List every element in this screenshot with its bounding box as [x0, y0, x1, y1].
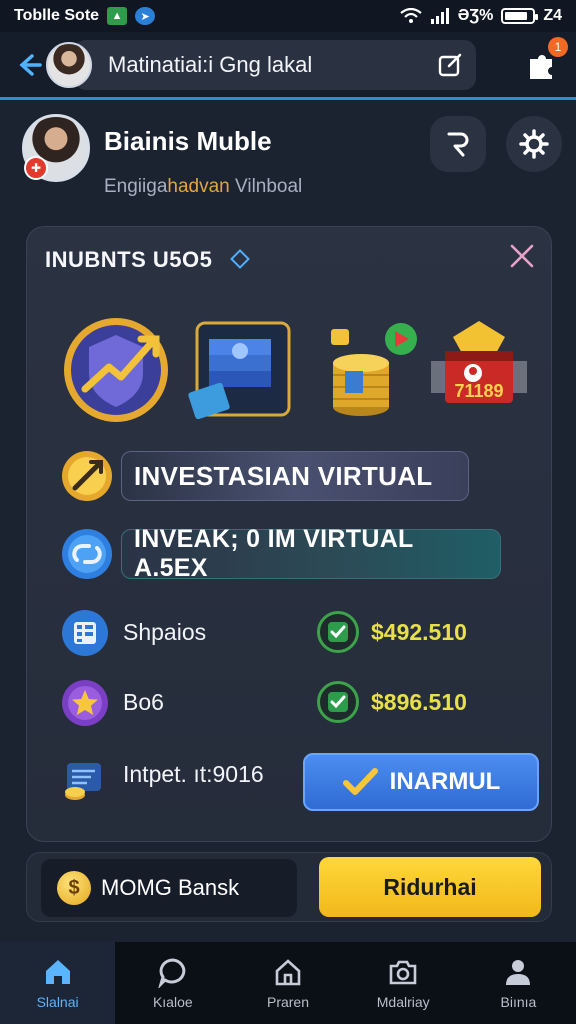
building-icon	[62, 610, 108, 656]
edit-icon[interactable]	[436, 51, 464, 79]
investment-shield-icon[interactable]	[61, 315, 171, 425]
ridurhai-button[interactable]: Ridurhai	[319, 857, 541, 917]
profile-status-badge: ✚	[24, 156, 48, 180]
cursor-icon	[447, 132, 469, 157]
star-badge-icon	[62, 680, 108, 726]
inarmul-button[interactable]: INARMUL	[303, 753, 539, 811]
treasure-chest-icon[interactable]: 71189	[423, 315, 535, 425]
wifi-icon	[400, 8, 422, 23]
profile-header: ✚ Biainis Muble Engiigahadvan Vilnboal	[22, 112, 562, 212]
profile-subtitle-part2: hadvan	[167, 176, 230, 197]
profile-subtitle-part3: Vilnboal	[229, 176, 303, 197]
search-field[interactable]: Matinatiai:i Gng lakal	[74, 39, 476, 90]
bank-selector[interactable]: $ MOMG Bansk	[41, 859, 297, 917]
info-label-2: Bo6	[123, 689, 164, 715]
check-circle-icon	[317, 681, 359, 723]
gear-icon	[519, 129, 549, 159]
settings-button[interactable]	[506, 116, 562, 172]
bottom-action-bar: $ MOMG Bansk Ridurhai	[26, 852, 552, 922]
input-row[interactable]: Intpet. ıt:9016	[61, 755, 301, 805]
pill1-text: INVESTASIAN VIRTUAL	[121, 451, 469, 501]
check-circle-icon	[317, 611, 359, 653]
status-left-text: Toblle Sote	[14, 7, 100, 24]
search-text: Matinatiai:i Gng lakal	[108, 51, 313, 77]
bottom-navigation: Slalnai Kıaloe Praren Mdalriay Biınıa	[0, 942, 576, 1024]
signal-icon	[430, 8, 449, 24]
nav-item-profile[interactable]: Biınıa	[461, 942, 576, 1024]
nav-item-home-outline[interactable]: Praren	[230, 942, 345, 1024]
nav-label-4: Mdalriay	[376, 994, 430, 1010]
home-icon	[45, 960, 70, 984]
person-icon	[506, 960, 531, 985]
camera-icon	[389, 960, 417, 985]
home-outline-icon	[275, 959, 301, 986]
info-label-1: Shpaios	[123, 619, 207, 645]
chat-bubble-icon	[158, 958, 186, 988]
battery-percent: ƏƷ%	[457, 7, 494, 24]
info-value-2: $896.510	[371, 689, 467, 715]
diamond-icon	[230, 249, 250, 269]
telegram-icon: ➤	[135, 7, 156, 25]
feature-icons: 71189	[61, 315, 531, 425]
wallet-coins-icon	[65, 763, 101, 800]
top-app-bar: Matinatiai:i Gng lakal 1	[0, 32, 576, 100]
clock: Z4	[543, 7, 562, 24]
status-bar: Toblle Sote ▲ ➤ ƏƷ% Z4	[0, 0, 576, 32]
nav-label-2: Kıaloe	[152, 994, 193, 1010]
pointer-button[interactable]	[430, 116, 486, 172]
chest-label: 71189	[454, 381, 503, 401]
input-label: Intpet. ıt:9016	[123, 761, 264, 787]
nav-label-3: Praren	[266, 994, 310, 1010]
rocket-coin-icon	[62, 451, 112, 501]
bank-label: MOMG Bansk	[101, 875, 240, 900]
card-title: INUBNTS U5O5	[45, 247, 213, 272]
back-arrow-icon[interactable]	[14, 45, 44, 85]
checkmark-icon	[342, 768, 378, 795]
info-row-shpaios: Shpaios $492.510	[61, 607, 541, 657]
cash-stack-icon[interactable]	[187, 315, 297, 425]
nav-item-chat[interactable]: Kıaloe	[115, 942, 230, 1024]
investak-virtual-pill[interactable]: INVEAK; 0 IM VIRTUAL A.5EX	[61, 525, 501, 582]
nav-label-1: Slalnai	[36, 994, 79, 1010]
nav-item-home[interactable]: Slalnai	[0, 942, 116, 1024]
ridurhai-button-label: Ridurhai	[383, 873, 477, 900]
extensions-button[interactable]: 1	[522, 36, 568, 85]
profile-subtitle: Engiigahadvan Vilnboal	[104, 176, 302, 198]
pill2-text: INVEAK; 0 IM VIRTUAL A.5EX	[121, 525, 501, 582]
profile-name: Biainis Muble	[104, 126, 272, 156]
nav-item-camera[interactable]: Mdalriay	[346, 942, 461, 1024]
investment-card: INUBNTS U5O5 71189 INVESTASIAN VIRTUAL I…	[26, 226, 552, 842]
avatar[interactable]	[46, 41, 92, 88]
message-app-icon: ▲	[107, 7, 128, 25]
close-icon[interactable]	[509, 243, 535, 269]
coin-stack-icon[interactable]	[311, 315, 421, 425]
dollar-coin-icon: $	[57, 871, 91, 905]
investasian-virtual-pill[interactable]: INVESTASIAN VIRTUAL	[61, 449, 469, 503]
profile-subtitle-part1: Engiiga	[104, 176, 168, 197]
info-row-bo6: Bo6 $896.510	[61, 677, 541, 727]
notification-badge: 1	[548, 36, 568, 57]
info-value-1: $492.510	[371, 619, 467, 645]
nav-label-5: Biınıa	[500, 994, 537, 1010]
battery-icon	[501, 8, 539, 24]
inarmul-button-label: INARMUL	[389, 768, 501, 795]
link-globe-icon	[62, 529, 112, 579]
